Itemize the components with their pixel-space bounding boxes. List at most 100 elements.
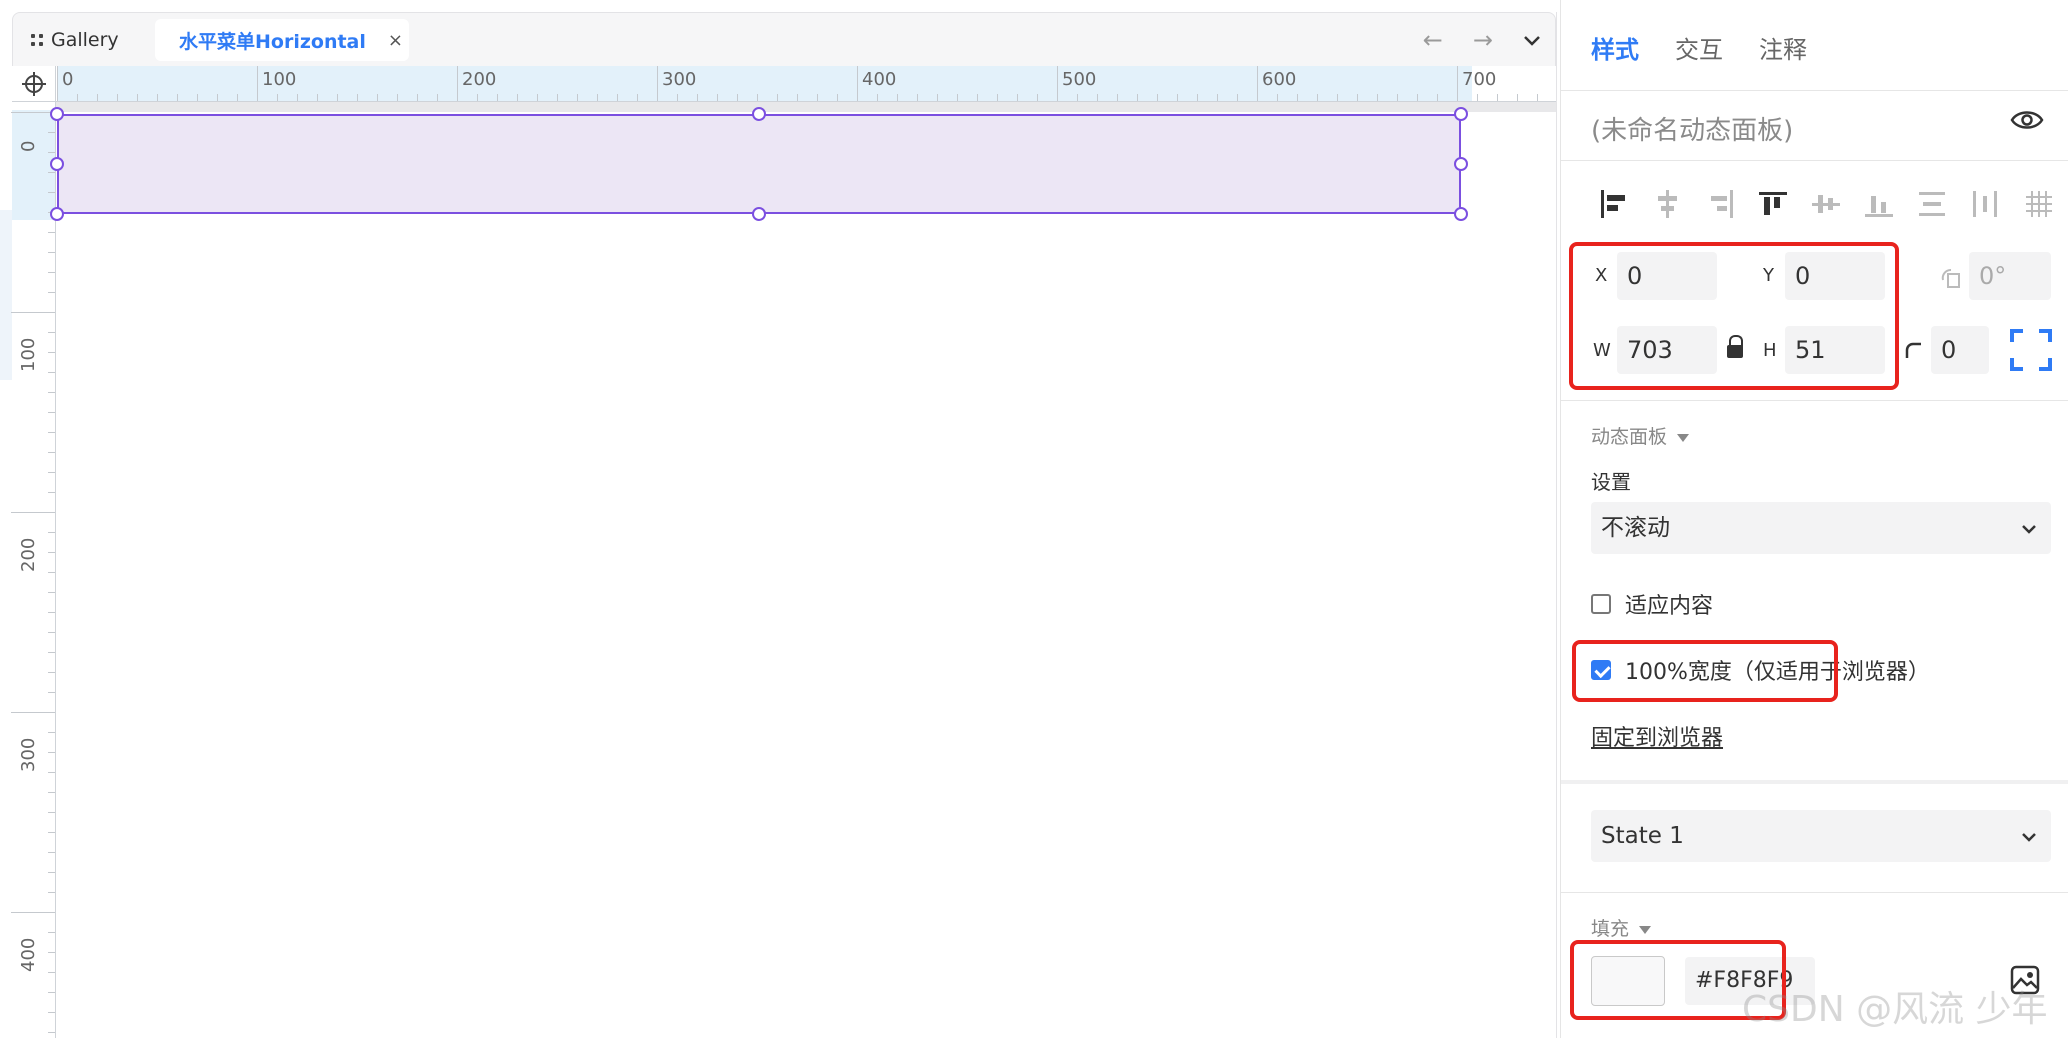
ruler-minor-tick xyxy=(697,94,698,101)
scroll-behavior-select[interactable]: 不滚动 xyxy=(1591,502,2051,554)
fit-content-checkbox[interactable] xyxy=(1591,594,1611,614)
tab-gallery[interactable]: Gallery xyxy=(31,25,119,55)
horizontal-ruler[interactable]: 0 100 200 300 400 500 600 700 xyxy=(12,66,1556,102)
ruler-minor-tick xyxy=(48,872,55,873)
ruler-minor-tick xyxy=(1477,94,1478,101)
distribute-horizontal-icon[interactable] xyxy=(1970,188,2000,220)
resize-handle-bottom[interactable] xyxy=(752,207,766,221)
tab-interactions[interactable]: 交互 xyxy=(1675,30,1723,65)
ruler-minor-tick xyxy=(48,532,55,533)
ruler-minor-tick xyxy=(957,94,958,101)
ruler-minor-tick xyxy=(77,94,78,101)
resize-handle-right[interactable] xyxy=(1454,157,1468,171)
ruler-x-label: 100 xyxy=(262,69,297,90)
scroll-behavior-value: 不滚动 xyxy=(1601,515,1670,541)
ruler-minor-tick xyxy=(437,94,438,101)
resize-handle-left[interactable] xyxy=(50,157,64,171)
rotation-input[interactable]: 0° xyxy=(1969,252,2051,300)
ruler-minor-tick xyxy=(117,94,118,101)
fit-content-label: 适应内容 xyxy=(1625,594,1714,619)
section-dynamic-panel-label: 动态面板 xyxy=(1591,426,1668,448)
grid-icon[interactable] xyxy=(2023,188,2053,220)
section-dynamic-panel[interactable]: 动态面板 xyxy=(1591,422,1690,449)
section-fill[interactable]: 填充 xyxy=(1591,914,1652,941)
ruler-minor-tick xyxy=(48,932,55,933)
pin-to-browser-link[interactable]: 固定到浏览器 xyxy=(1591,720,1723,752)
ruler-minor-tick xyxy=(1397,94,1398,101)
divider xyxy=(1561,160,2068,161)
chevron-down-icon[interactable] xyxy=(1523,28,1541,52)
resize-handle-top-right[interactable] xyxy=(1454,107,1468,121)
ruler-minor-tick xyxy=(48,612,55,613)
ruler-minor-tick xyxy=(48,752,55,753)
ruler-minor-tick xyxy=(317,94,318,101)
align-middle-icon[interactable] xyxy=(1811,188,1841,220)
section-fill-label: 填充 xyxy=(1591,918,1630,940)
divider xyxy=(1561,892,2068,893)
resize-handle-top-left[interactable] xyxy=(50,107,64,121)
ruler-minor-tick xyxy=(48,132,55,133)
fit-content-option[interactable]: 适应内容 xyxy=(1591,588,1713,620)
ruler-minor-tick xyxy=(1497,94,1498,101)
state-select[interactable]: State 1 xyxy=(1591,810,2051,862)
ruler-x-label: 500 xyxy=(1062,69,1097,90)
ruler-major-tick xyxy=(1257,66,1258,101)
ruler-minor-tick xyxy=(48,772,55,773)
chevron-down-icon xyxy=(2021,502,2037,554)
back-arrow-icon[interactable]: ← xyxy=(1423,26,1443,54)
ruler-minor-tick xyxy=(48,272,55,273)
ruler-minor-tick xyxy=(917,94,918,101)
ruler-x-label: 700 xyxy=(1462,69,1497,90)
align-bottom-icon[interactable] xyxy=(1864,188,1894,220)
tab-notes[interactable]: 注释 xyxy=(1759,30,1807,65)
resize-handle-bottom-left[interactable] xyxy=(50,207,64,221)
align-left-icon[interactable] xyxy=(1599,188,1629,220)
corner-radius-icon xyxy=(1905,342,1921,358)
ruler-x-label: 200 xyxy=(462,69,497,90)
caret-down-icon xyxy=(1639,925,1652,934)
align-top-icon[interactable] xyxy=(1758,188,1788,220)
resize-handle-bottom-right[interactable] xyxy=(1454,207,1468,221)
ruler-minor-tick xyxy=(537,94,538,101)
ruler-major-tick xyxy=(857,66,858,101)
resize-handle-top[interactable] xyxy=(752,107,766,121)
eye-icon[interactable] xyxy=(2010,108,2044,132)
ruler-origin-button[interactable] xyxy=(12,66,56,101)
ruler-minor-tick xyxy=(48,592,55,593)
align-right-icon[interactable] xyxy=(1705,188,1735,220)
align-center-icon[interactable] xyxy=(1652,188,1682,220)
vertical-ruler[interactable]: 0 100 200 300 400 xyxy=(11,102,56,1038)
ruler-minor-tick xyxy=(817,94,818,101)
distribute-vertical-icon[interactable] xyxy=(1917,188,1947,220)
app-window: Gallery 水平菜单Horizontal × ← → 0 100 200 300 4… xyxy=(0,0,2068,1038)
ruler-minor-tick xyxy=(1177,94,1178,101)
properties-tabs: 样式 交互 注释 xyxy=(1591,30,1807,65)
ruler-minor-tick xyxy=(897,94,898,101)
ruler-minor-tick xyxy=(1517,94,1518,101)
ruler-minor-tick xyxy=(48,432,55,433)
forward-arrow-icon[interactable]: → xyxy=(1473,26,1493,54)
ruler-major-tick xyxy=(11,912,55,913)
ruler-minor-tick xyxy=(417,94,418,101)
ruler-minor-tick xyxy=(977,94,978,101)
ruler-minor-tick xyxy=(48,832,55,833)
ruler-minor-tick xyxy=(997,94,998,101)
ruler-minor-tick xyxy=(1017,94,1018,101)
ruler-minor-tick xyxy=(517,94,518,101)
widget-name-field[interactable]: (未命名动态面板) xyxy=(1591,110,1793,147)
ruler-minor-tick xyxy=(1157,94,1158,101)
ruler-minor-tick xyxy=(48,632,55,633)
ruler-minor-tick xyxy=(837,94,838,101)
ruler-minor-tick xyxy=(277,94,278,101)
ruler-minor-tick xyxy=(1357,94,1358,101)
dynamic-panel-selection[interactable] xyxy=(57,114,1461,214)
close-icon[interactable]: × xyxy=(388,30,403,51)
ruler-minor-tick xyxy=(48,1032,55,1033)
tab-style[interactable]: 样式 xyxy=(1591,30,1639,65)
ruler-minor-tick xyxy=(48,292,55,293)
tab-horizontal-menu[interactable]: 水平菜单Horizontal × xyxy=(155,19,409,61)
ruler-minor-tick xyxy=(1277,94,1278,101)
ruler-minor-tick xyxy=(637,94,638,101)
fit-to-content-icon[interactable] xyxy=(2009,328,2053,372)
corner-radius-input[interactable]: 0 xyxy=(1931,326,1989,374)
